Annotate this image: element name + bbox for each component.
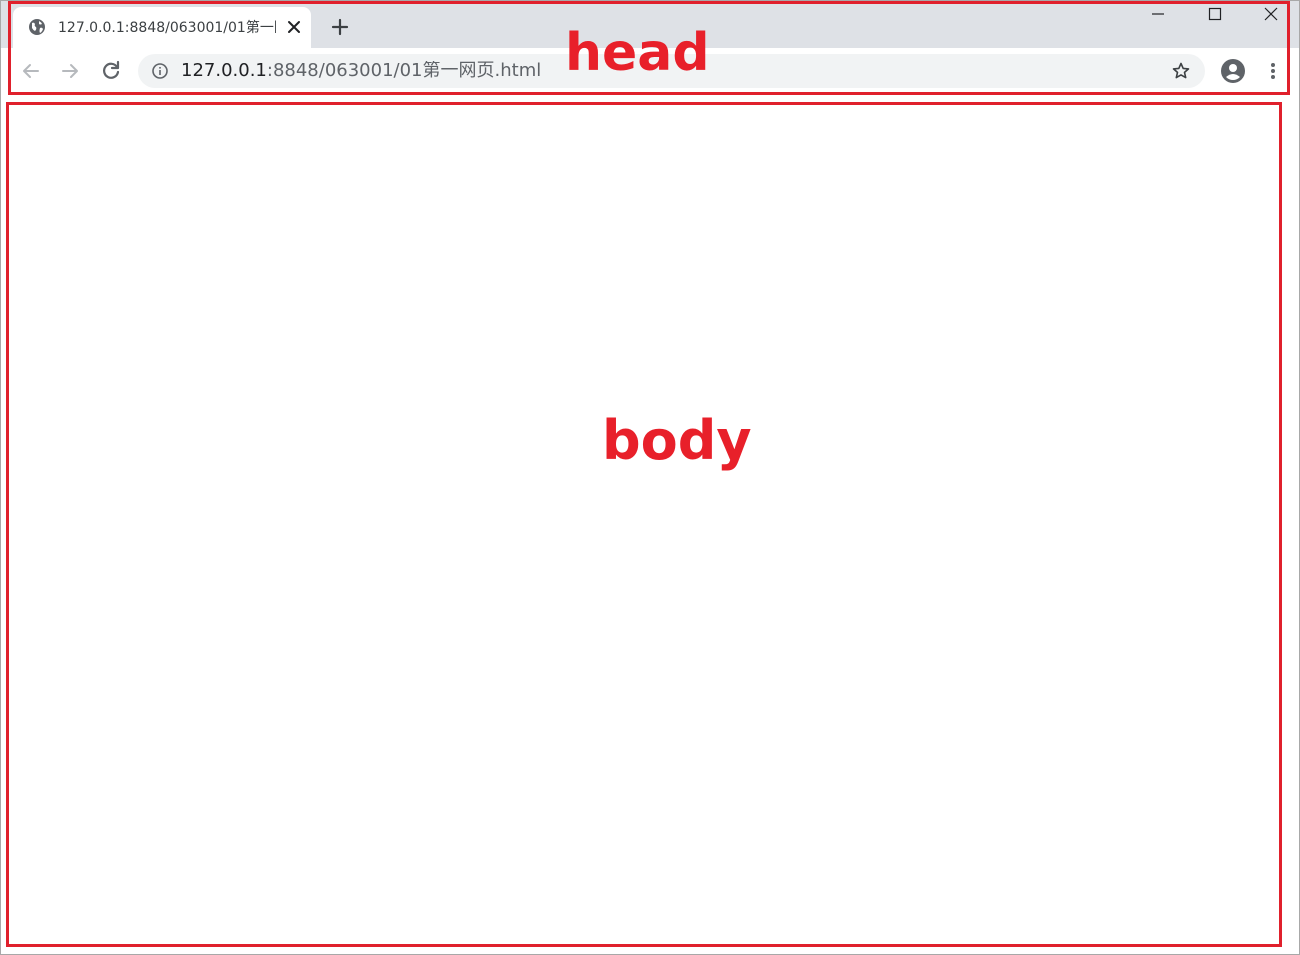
body-annotation-box bbox=[6, 102, 1282, 947]
body-annotation-label: body bbox=[602, 409, 752, 472]
head-annotation-label: head bbox=[565, 23, 710, 83]
